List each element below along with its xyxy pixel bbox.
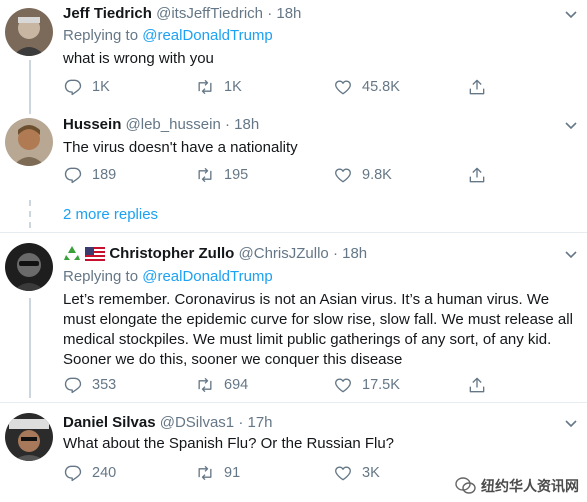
retweet-button[interactable]: 195	[195, 164, 248, 186]
tweet[interactable]: Hussein @leb_hussein · 18h The virus doe…	[0, 110, 587, 200]
user-handle[interactable]: @ChrisJZullo	[239, 245, 329, 262]
avatar[interactable]	[5, 243, 53, 291]
thread-line	[29, 298, 31, 398]
like-button[interactable]: 45.8K	[333, 76, 400, 98]
tweet[interactable]: Jeff Tiedrich @itsJeffTiedrich · 18h Rep…	[0, 0, 587, 110]
retweet-count: 91	[224, 465, 241, 481]
retweet-icon	[198, 377, 212, 393]
reply-count: 240	[92, 465, 117, 481]
tweet-header: Hussein @leb_hussein · 18h	[63, 114, 259, 136]
mention-link[interactable]: @realDonaldTrump	[142, 268, 273, 285]
reply-button[interactable]: 189	[63, 164, 116, 186]
heart-icon	[335, 168, 351, 183]
like-button[interactable]: 9.8K	[333, 164, 392, 186]
tweet-header: Daniel Silvas @DSilvas1 · 17h	[63, 412, 273, 434]
replying-to-label: Replying to	[63, 27, 139, 44]
avatar[interactable]	[5, 413, 53, 461]
mention-link[interactable]: @realDonaldTrump	[142, 27, 273, 44]
more-replies-link[interactable]: 2 more replies	[63, 205, 158, 225]
retweet-button[interactable]: 91	[195, 462, 240, 484]
timestamp[interactable]: 18h	[276, 5, 301, 22]
chevron-down-icon[interactable]	[563, 246, 579, 262]
reply-button[interactable]: 240	[63, 462, 116, 484]
retweet-icon	[198, 79, 212, 95]
reply-icon	[64, 465, 82, 482]
chevron-down-icon[interactable]	[563, 415, 579, 431]
tweet-text: Let’s remember. Coronavirus is not an As…	[63, 291, 573, 368]
like-count: 17.5K	[362, 377, 400, 393]
share-button[interactable]	[467, 76, 496, 98]
tweet-text: What about the Spanish Flu? Or the Russi…	[63, 435, 395, 452]
timestamp[interactable]: 18h	[234, 116, 259, 133]
reply-icon	[64, 377, 82, 394]
watermark-text: 纽约华人资讯网	[481, 478, 579, 494]
retweet-icon	[198, 465, 212, 481]
reply-count: 353	[92, 377, 117, 393]
reply-button[interactable]: 1K	[63, 76, 110, 98]
share-icon	[469, 377, 485, 393]
retweet-count: 694	[224, 377, 249, 393]
separator-dot: ·	[267, 5, 273, 22]
separator-dot: ·	[225, 116, 230, 133]
action-bar: 353 694 17.5K	[63, 374, 493, 396]
separator-dot: ·	[332, 245, 338, 262]
like-count: 9.8K	[362, 167, 392, 183]
recycle-icon	[64, 246, 80, 260]
separator-dot: ·	[238, 414, 244, 431]
like-count: 3K	[362, 465, 380, 481]
replying-to-label: Replying to	[63, 268, 139, 285]
display-name[interactable]: Daniel Silvas	[63, 414, 156, 431]
reply-count: 189	[92, 167, 117, 183]
replying-to: Replying to @realDonaldTrump	[63, 266, 273, 288]
tweet-header: Christopher Zullo @ChrisJZullo · 18h	[63, 243, 367, 265]
retweet-icon	[198, 167, 212, 183]
display-name[interactable]: Christopher Zullo	[109, 245, 234, 262]
retweet-button[interactable]: 1K	[195, 76, 242, 98]
tweet-header: Jeff Tiedrich @itsJeffTiedrich · 18h	[63, 3, 301, 25]
action-bar: 240 91 3K	[63, 462, 493, 484]
display-name[interactable]: Hussein	[63, 116, 121, 133]
timestamp[interactable]: 18h	[342, 245, 367, 262]
display-name[interactable]: Jeff Tiedrich	[63, 5, 152, 22]
us-flag-icon	[85, 247, 106, 261]
thread-dots	[28, 200, 32, 233]
tweet[interactable]: Christopher Zullo @ChrisJZullo · 18h Rep…	[0, 233, 587, 403]
like-button[interactable]: 3K	[333, 462, 380, 484]
retweet-count: 195	[224, 167, 249, 183]
reply-count: 1K	[92, 79, 110, 95]
heart-icon	[335, 80, 351, 95]
share-icon	[469, 79, 485, 95]
action-bar: 1K 1K 45.8K	[63, 76, 493, 98]
avatar[interactable]	[5, 118, 53, 166]
like-button[interactable]: 17.5K	[333, 374, 400, 396]
timestamp[interactable]: 17h	[248, 414, 273, 431]
like-count: 45.8K	[362, 79, 400, 95]
share-button[interactable]	[467, 164, 496, 186]
watermark: 纽约华人资讯网	[455, 476, 579, 496]
tweet-text: The virus doesn't have a nationality	[63, 139, 298, 156]
replying-to: Replying to @realDonaldTrump	[63, 25, 273, 47]
wechat-icon	[455, 477, 476, 494]
reply-icon	[64, 167, 82, 184]
user-handle[interactable]: @DSilvas1	[160, 414, 234, 431]
heart-icon	[335, 378, 351, 393]
chevron-down-icon[interactable]	[563, 6, 579, 22]
user-handle[interactable]: @leb_hussein	[126, 116, 221, 133]
retweet-button[interactable]: 694	[195, 374, 248, 396]
retweet-count: 1K	[224, 79, 242, 95]
share-icon	[469, 167, 485, 183]
share-button[interactable]	[467, 374, 496, 396]
user-handle[interactable]: @itsJeffTiedrich	[156, 5, 263, 22]
reply-button[interactable]: 353	[63, 374, 116, 396]
chevron-down-icon[interactable]	[563, 117, 579, 133]
action-bar: 189 195 9.8K	[63, 164, 493, 186]
tweet-text: what is wrong with you	[63, 50, 214, 67]
heart-icon	[335, 466, 351, 481]
reply-icon	[64, 79, 82, 96]
avatar[interactable]	[5, 8, 53, 56]
